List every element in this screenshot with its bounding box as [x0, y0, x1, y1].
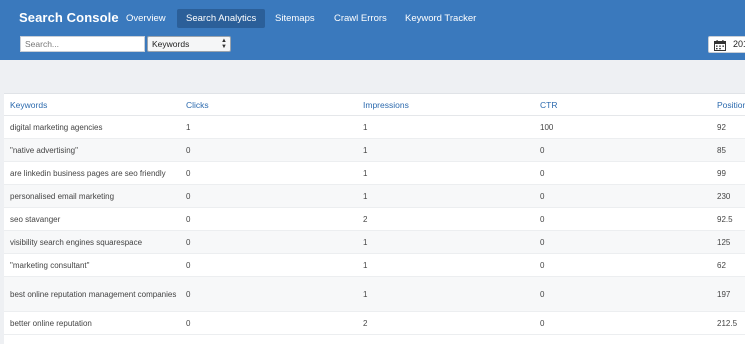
- cell-position: 92.5: [711, 207, 745, 231]
- nav-sitemaps[interactable]: Sitemaps: [266, 9, 324, 28]
- cell-position: 230: [711, 184, 745, 208]
- nav-crawl-errors[interactable]: Crawl Errors: [325, 9, 396, 28]
- cell-keyword: seo stavanger: [4, 207, 180, 231]
- cell-impressions: 1: [357, 253, 534, 277]
- chevron-updown-icon: ▲ ▼: [221, 38, 227, 50]
- cell-position: 99: [711, 161, 745, 185]
- cell-clicks: 0: [180, 276, 357, 312]
- table-row: digital marketing agencies 1 1 100 92: [4, 115, 745, 139]
- table-row: are linkedin business pages are seo frie…: [4, 161, 745, 185]
- keywords-table-panel: Keywords Clicks Impressions CTR Position…: [4, 93, 745, 344]
- cell-keyword: personalised email marketing: [4, 184, 180, 208]
- cell-impressions: 2: [357, 207, 534, 231]
- col-keywords[interactable]: Keywords: [4, 94, 180, 116]
- cell-impressions: 1: [357, 115, 534, 139]
- table-row: personalised email marketing 0 1 0 230: [4, 184, 745, 208]
- cell-ctr: 0: [534, 184, 711, 208]
- cell-ctr: 0: [534, 311, 711, 335]
- cell-position: 212.5: [711, 311, 745, 335]
- cell-ctr: 0: [534, 276, 711, 312]
- cell-keyword: better online reputation: [4, 311, 180, 335]
- col-clicks[interactable]: Clicks: [180, 94, 357, 116]
- table-row: visibility search engines squarespace 0 …: [4, 230, 745, 254]
- calendar-icon: [714, 40, 726, 51]
- dimension-select[interactable]: Keywords ▲ ▼: [147, 36, 231, 52]
- cell-ctr: 0: [534, 253, 711, 277]
- cell-ctr: 0: [534, 207, 711, 231]
- cell-ctr: 0: [534, 138, 711, 162]
- nav-keyword-tracker[interactable]: Keyword Tracker: [396, 9, 485, 28]
- top-header: Search Console Overview Search Analytics…: [0, 0, 745, 60]
- nav-overview[interactable]: Overview: [117, 9, 175, 28]
- cell-ctr: 0: [534, 230, 711, 254]
- nav-search-analytics[interactable]: Search Analytics: [177, 9, 266, 28]
- cell-keyword: "native advertising": [4, 138, 180, 162]
- cell-impressions: 1: [357, 161, 534, 185]
- cell-clicks: 0: [180, 311, 357, 335]
- cell-position: 62: [711, 253, 745, 277]
- table-row: better online reputation 0 2 0 212.5: [4, 311, 745, 335]
- cell-clicks: 1: [180, 115, 357, 139]
- col-impressions[interactable]: Impressions: [357, 94, 534, 116]
- cell-clicks: 0: [180, 230, 357, 254]
- cell-keyword: digital marketing agencies: [4, 115, 180, 139]
- cell-impressions: 1: [357, 184, 534, 208]
- cell-clicks: 0: [180, 207, 357, 231]
- cell-keyword: "marketing consultant": [4, 253, 180, 277]
- cell-keyword: visibility search engines squarespace: [4, 230, 180, 254]
- cell-ctr: 0: [534, 161, 711, 185]
- cell-keyword: are linkedin business pages are seo frie…: [4, 161, 180, 185]
- cell-position: 92: [711, 115, 745, 139]
- cell-impressions: 1: [357, 276, 534, 312]
- cell-clicks: 0: [180, 184, 357, 208]
- cell-clicks: 0: [180, 253, 357, 277]
- table-row: "native advertising" 0 1 0 85: [4, 138, 745, 162]
- cell-impressions: 1: [357, 230, 534, 254]
- cell-impressions: 2: [357, 311, 534, 335]
- keywords-table: Keywords Clicks Impressions CTR Position…: [4, 94, 745, 335]
- cell-clicks: 0: [180, 138, 357, 162]
- table-row: best online reputation management compan…: [4, 276, 745, 312]
- dimension-select-value: Keywords: [152, 39, 190, 49]
- cell-impressions: 1: [357, 138, 534, 162]
- col-ctr[interactable]: CTR: [534, 94, 711, 116]
- date-range-text: 201: [733, 39, 745, 49]
- cell-ctr: 100: [534, 115, 711, 139]
- cell-keyword: best online reputation management compan…: [4, 276, 180, 312]
- cell-clicks: 0: [180, 161, 357, 185]
- table-row: "marketing consultant" 0 1 0 62: [4, 253, 745, 277]
- search-input[interactable]: [20, 36, 145, 52]
- table-row: seo stavanger 0 2 0 92.5: [4, 207, 745, 231]
- date-range-picker[interactable]: 201: [708, 36, 745, 53]
- cell-position: 85: [711, 138, 745, 162]
- app-title: Search Console: [19, 10, 119, 25]
- table-header-row: Keywords Clicks Impressions CTR Position: [4, 94, 745, 116]
- cell-position: 197: [711, 276, 745, 312]
- cell-position: 125: [711, 230, 745, 254]
- col-position[interactable]: Position: [711, 94, 745, 116]
